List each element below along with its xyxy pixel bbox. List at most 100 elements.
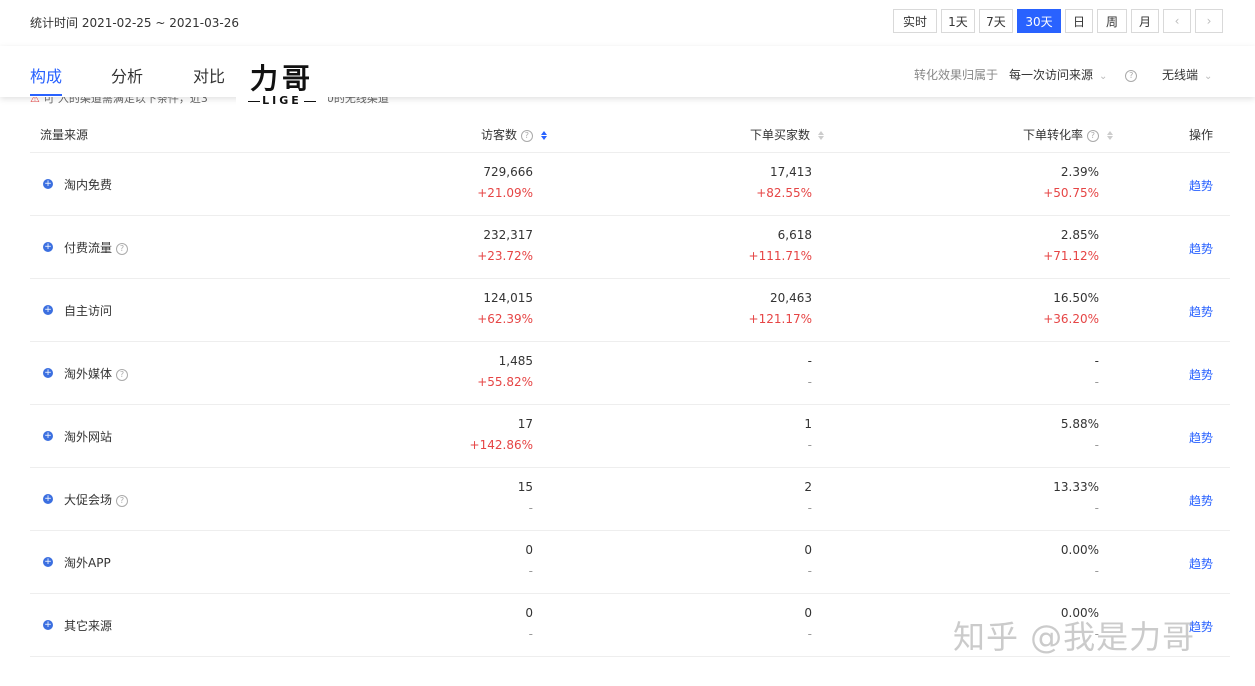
source-name: 自主访问 [64,302,112,319]
trend-link[interactable]: 趋势 [1189,492,1213,509]
buyers-change: - [807,501,812,515]
conversion-value: 5.88% [1060,417,1099,431]
help-icon[interactable]: ? [116,368,129,381]
active-tab-indicator [30,94,62,96]
help-icon[interactable]: ? [520,129,533,142]
column-visitors-label: 访客数 [481,128,518,142]
visitors-change: +55.82% [477,375,533,389]
next-period-button[interactable]: › [1195,9,1223,33]
column-conversion-label: 下单转化率 [1023,128,1084,142]
tab-compare[interactable]: 对比 [193,63,225,87]
buyers-value: 20,463 [770,291,812,305]
trend-link[interactable]: 趋势 [1189,366,1213,383]
expand-icon[interactable]: + [43,494,53,504]
column-buyers[interactable]: 下单买家数 [750,126,824,143]
range-7day-button[interactable]: 7天 [979,9,1013,33]
trend-link[interactable]: 趋势 [1189,177,1213,194]
expand-icon[interactable]: + [43,431,53,441]
range-week-button[interactable]: 周 [1097,9,1127,33]
expand-icon[interactable]: + [43,242,53,252]
visitors-value: 729,666 [483,165,533,179]
chevron-down-icon: ⌄ [1099,71,1108,82]
help-icon[interactable]: ? [1125,69,1138,82]
column-conversion[interactable]: 下单转化率 ? [1023,126,1113,143]
sort-icon[interactable] [540,131,547,140]
buyers-change: +82.55% [756,186,812,200]
source-name-text: 其它来源 [64,619,113,633]
table-body: + 淘内免费 729,666 +21.09% 17,413 +82.55% 2.39% +50… [30,153,1230,657]
range-30day-button[interactable]: 30天 [1017,9,1061,33]
conversion-value: - [1094,354,1099,368]
device-value: 无线端 [1162,68,1199,82]
table-row: + 淘外APP 0 - 0 - 0.00% - 趋势 [30,531,1230,594]
trend-link[interactable]: 趋势 [1189,303,1213,320]
attribution-select[interactable]: 每一次访问来源 ⌄ ? [1009,66,1138,83]
help-icon[interactable]: ? [116,242,129,255]
conversion-change: - [1094,564,1099,578]
logo-subtitle-text: LIGE [262,94,302,107]
expand-icon[interactable]: + [43,620,53,630]
visitors-change: +23.72% [477,249,533,263]
expand-icon[interactable]: + [43,557,53,567]
source-name-text: 淘内免费 [64,178,113,192]
visitors-change: - [528,564,533,578]
conversion-change: +71.12% [1043,249,1099,263]
source-name: 付费流量? [64,239,129,256]
visitors-change: - [528,501,533,515]
table-row: + 淘外媒体? 1,485 +55.82% - - - - 趋势 [30,342,1230,405]
buyers-change: - [807,564,812,578]
buyers-change: - [807,627,812,641]
table-row: + 淘外网站 17 +142.86% 1 - 5.88% - 趋势 [30,405,1230,468]
visitors-value: 124,015 [483,291,533,305]
trend-link[interactable]: 趋势 [1189,429,1213,446]
expand-icon[interactable]: + [43,368,53,378]
source-name: 其它来源 [64,617,112,634]
source-name: 大促会场? [64,491,129,508]
range-realtime-button[interactable]: 实时 [893,9,937,33]
expand-icon[interactable]: + [43,305,53,315]
device-select[interactable]: 无线端 ⌄ [1162,66,1212,83]
trend-link[interactable]: 趋势 [1189,240,1213,257]
conversion-change: - [1094,501,1099,515]
expand-icon[interactable]: + [43,179,53,189]
column-action: 操作 [1189,128,1214,142]
visitors-change: +62.39% [477,312,533,326]
brand-logo: 力哥 LIGE [236,46,328,112]
range-month-button[interactable]: 月 [1131,9,1159,33]
conversion-change: - [1094,438,1099,452]
source-name-text: 淘外网站 [64,430,113,444]
range-day-button[interactable]: 日 [1065,9,1093,33]
help-icon[interactable]: ? [1086,129,1099,142]
table-row: + 付费流量? 232,317 +23.72% 6,618 +111.71% 2.85% +7… [30,216,1230,279]
source-name-text: 淘外媒体 [64,367,113,381]
tabs-bar: 构成 分析 对比 转化效果归属于 每一次访问来源 ⌄ ? 无线端 ⌄ [0,46,1255,97]
source-name-text: 大促会场 [64,493,113,507]
help-icon[interactable]: ? [116,494,129,507]
sort-icon[interactable] [1106,131,1113,140]
buyers-change: +111.71% [748,249,812,263]
prev-period-button[interactable]: ‹ [1163,9,1191,33]
trend-link[interactable]: 趋势 [1189,555,1213,572]
conversion-change: +50.75% [1043,186,1099,200]
conversion-change: +36.20% [1043,312,1099,326]
tab-composition[interactable]: 构成 [30,63,62,87]
buyers-value: 17,413 [770,165,812,179]
column-visitors[interactable]: 访客数 ? [481,126,547,143]
buyers-value: 6,618 [777,228,812,242]
source-name-text: 付费流量 [64,241,113,255]
tab-analysis[interactable]: 分析 [111,63,143,87]
conversion-change: - [1094,375,1099,389]
attribution-value: 每一次访问来源 [1009,68,1094,82]
table-header: 流量来源 访客数 ? 下单买家数 下单转化率 ? 操作 [30,115,1230,153]
table-row: + 淘内免费 729,666 +21.09% 17,413 +82.55% 2.39% +50… [30,153,1230,216]
buyers-change: - [807,438,812,452]
buyers-change: - [807,375,812,389]
conversion-value: 16.50% [1053,291,1099,305]
conversion-value: 2.39% [1060,165,1099,179]
visitors-value: 0 [525,543,533,557]
source-name: 淘外APP [64,554,111,571]
sort-icon[interactable] [817,131,824,140]
buyers-change: +121.17% [748,312,812,326]
logo-subtitle: LIGE [236,94,328,108]
range-1day-button[interactable]: 1天 [941,9,975,33]
